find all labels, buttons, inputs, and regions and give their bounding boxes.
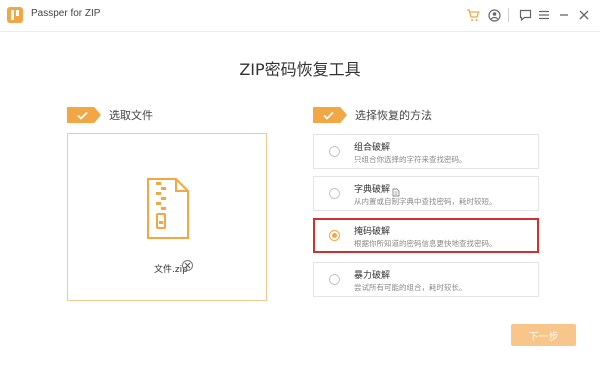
- page-title: ZIP密码恢复工具: [239, 60, 361, 79]
- select-method-heading: 选择恢复的方法: [313, 107, 432, 123]
- method-brute-force[interactable]: 暴力破解 尝试所有可能的组合，耗时较长。: [313, 262, 539, 297]
- account-icon[interactable]: [485, 6, 503, 24]
- check-icon: [67, 107, 101, 123]
- method-description: 根据你所知道的密码信息更快地查找密码。: [354, 239, 497, 248]
- method-dictionary[interactable]: 字典破解 从内置或自制字典中查找密码，耗时较短。: [313, 176, 539, 211]
- select-file-label: 选取文件: [109, 109, 153, 122]
- feedback-icon[interactable]: [516, 6, 534, 24]
- method-title: 字典破解: [354, 185, 391, 195]
- method-mask[interactable]: 掩码破解 根据你所知道的密码信息更快地查找密码。: [313, 218, 539, 253]
- check-icon: [313, 107, 347, 123]
- radio-button[interactable]: [329, 188, 340, 199]
- file-drop-area[interactable]: 文件.zip: [67, 133, 267, 301]
- minimize-icon[interactable]: [555, 6, 573, 24]
- method-description: 只组合你选择的字符来查找密码。: [354, 155, 467, 164]
- select-method-label: 选择恢复的方法: [355, 109, 432, 122]
- title-bar: Passper for ZIP: [0, 0, 600, 32]
- method-title: 掩码破解: [354, 227, 391, 237]
- radio-button[interactable]: [329, 274, 340, 285]
- app-title: Passper for ZIP: [31, 8, 101, 19]
- cart-icon[interactable]: [464, 6, 482, 24]
- method-title: 暴力破解: [354, 271, 391, 281]
- close-icon[interactable]: [575, 6, 593, 24]
- radio-button-selected[interactable]: [329, 230, 340, 241]
- titlebar-divider: [508, 8, 509, 22]
- method-title: 组合破解: [354, 143, 391, 153]
- app-logo-icon: [7, 7, 23, 23]
- remove-file-icon[interactable]: [182, 260, 193, 271]
- method-description: 从内置或自制字典中查找密码，耗时较短。: [354, 197, 497, 206]
- select-file-heading: 选取文件: [67, 107, 153, 123]
- method-combination[interactable]: 组合破解 只组合你选择的字符来查找密码。: [313, 134, 539, 169]
- method-description: 尝试所有可能的组合，耗时较长。: [354, 283, 467, 292]
- zip-file-icon: [146, 178, 190, 244]
- radio-button[interactable]: [329, 146, 340, 157]
- next-button[interactable]: 下一步: [511, 324, 576, 346]
- menu-icon[interactable]: [535, 6, 553, 24]
